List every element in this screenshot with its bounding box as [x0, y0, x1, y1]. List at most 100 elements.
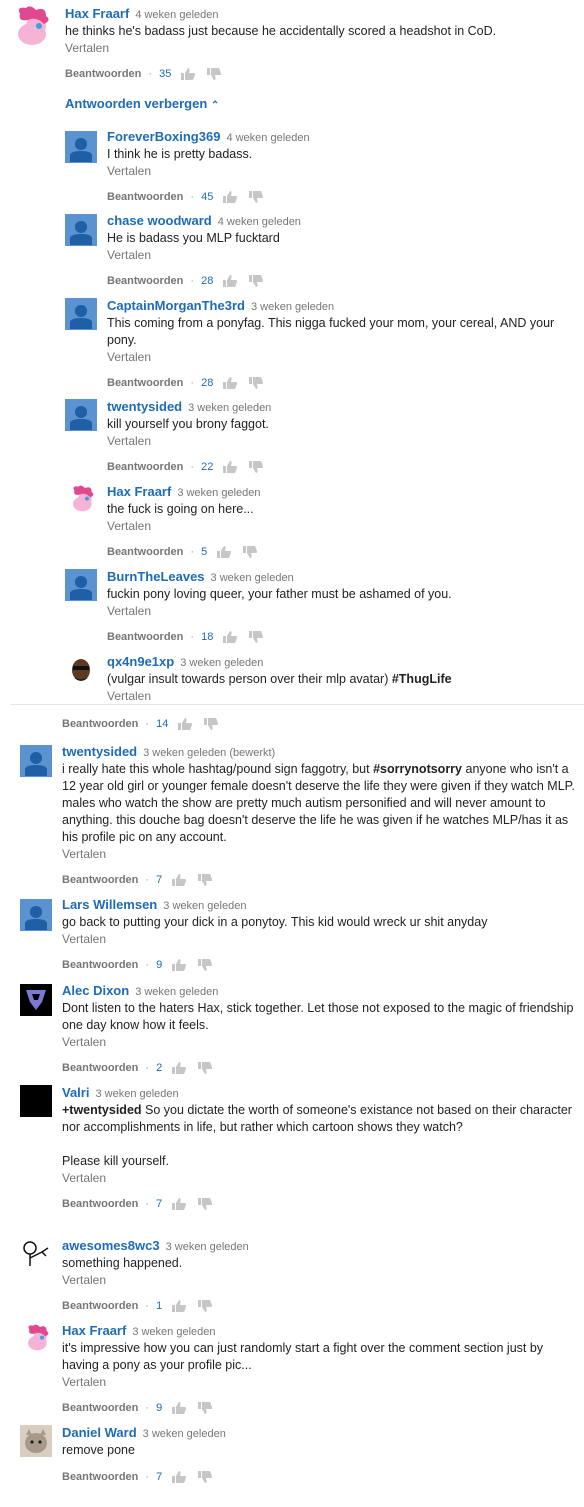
comment-author[interactable]: twentysided — [62, 744, 137, 759]
comment-author[interactable]: Alec Dixon — [62, 983, 129, 998]
translate-link[interactable]: Vertalen — [62, 1272, 575, 1288]
avatar[interactable] — [65, 131, 97, 163]
reply-button[interactable]: Beantwoorden — [107, 461, 183, 473]
comment-author[interactable]: Lars Willemsen — [62, 897, 157, 912]
thumbs-up-icon[interactable] — [172, 1300, 187, 1312]
avatar[interactable] — [65, 484, 97, 516]
avatar[interactable] — [65, 569, 97, 601]
reply-button[interactable]: Beantwoorden — [107, 275, 183, 287]
comment-author[interactable]: awesomes8wc3 — [62, 1238, 160, 1253]
comment-time[interactable]: 3 weken geleden (bewerkt) — [143, 747, 275, 759]
reply-button[interactable]: Beantwoorden — [107, 631, 183, 643]
translate-link[interactable]: Vertalen — [62, 1034, 575, 1050]
comment-author[interactable]: chase woodward — [107, 213, 212, 228]
comment-time[interactable]: 3 weken geleden — [177, 487, 260, 499]
comment-author[interactable]: CaptainMorganThe3rd — [107, 298, 245, 313]
avatar[interactable] — [20, 745, 52, 777]
translate-link[interactable]: Vertalen — [65, 40, 575, 56]
translate-link[interactable]: Vertalen — [107, 688, 575, 704]
thumbs-up-icon[interactable] — [178, 718, 193, 730]
comment-time[interactable]: 4 weken geleden — [226, 132, 309, 144]
reply-button[interactable]: Beantwoorden — [62, 959, 138, 971]
thumbs-up-icon[interactable] — [223, 191, 238, 203]
avatar[interactable] — [65, 654, 97, 686]
translate-link[interactable]: Vertalen — [62, 1170, 575, 1186]
thumbs-down-icon[interactable] — [249, 461, 264, 473]
hide-replies-label[interactable]: Antwoorden verbergen — [65, 96, 207, 111]
reply-button[interactable]: Beantwoorden — [107, 377, 183, 389]
thumbs-down-icon[interactable] — [243, 546, 258, 558]
comment-time[interactable]: 3 weken geleden — [188, 402, 271, 414]
comment-time[interactable]: 3 weken geleden — [132, 1326, 215, 1338]
translate-link[interactable]: Vertalen — [107, 433, 575, 449]
thumbs-down-icon[interactable] — [249, 275, 264, 287]
thumbs-down-icon[interactable] — [249, 377, 264, 389]
thumbs-up-icon[interactable] — [181, 68, 196, 80]
comment-author[interactable]: Hax Fraarf — [65, 6, 129, 21]
thumbs-up-icon[interactable] — [223, 377, 238, 389]
translate-link[interactable]: Vertalen — [107, 349, 575, 365]
hide-replies-button[interactable]: Antwoorden verbergen ⌃ — [65, 96, 219, 111]
comment-time[interactable]: 3 weken geleden — [211, 572, 294, 584]
comment-time[interactable]: 3 weken geleden — [166, 1241, 249, 1253]
comment-author[interactable]: Valri — [62, 1085, 89, 1100]
thumbs-down-icon[interactable] — [198, 874, 213, 886]
comment-hashtag[interactable]: +twentysided — [62, 1103, 142, 1117]
thumbs-down-icon[interactable] — [204, 718, 219, 730]
comment-time[interactable]: 3 weken geleden — [251, 301, 334, 313]
thumbs-up-icon[interactable] — [172, 1402, 187, 1414]
comment-time[interactable]: 4 weken geleden — [218, 216, 301, 228]
reply-button[interactable]: Beantwoorden — [62, 1062, 138, 1074]
thumbs-up-icon[interactable] — [223, 275, 238, 287]
thumbs-up-icon[interactable] — [217, 546, 232, 558]
reply-button[interactable]: Beantwoorden — [107, 546, 183, 558]
comment-time[interactable]: 3 weken geleden — [135, 986, 218, 998]
reply-button[interactable]: Beantwoorden — [62, 1402, 138, 1414]
thumbs-up-icon[interactable] — [172, 1198, 187, 1210]
translate-link[interactable]: Vertalen — [62, 1374, 575, 1390]
comment-author[interactable]: BurnTheLeaves — [107, 569, 205, 584]
avatar[interactable] — [20, 984, 52, 1016]
translate-link[interactable]: Vertalen — [107, 247, 575, 263]
reply-button[interactable]: Beantwoorden — [65, 68, 141, 80]
thumbs-up-icon[interactable] — [172, 1471, 187, 1483]
thumbs-up-icon[interactable] — [223, 461, 238, 473]
thumbs-up-icon[interactable] — [172, 874, 187, 886]
thumbs-up-icon[interactable] — [172, 1062, 187, 1074]
comment-time[interactable]: 3 weken geleden — [95, 1088, 178, 1100]
reply-button[interactable]: Beantwoorden — [62, 718, 138, 730]
avatar[interactable] — [65, 214, 97, 246]
translate-link[interactable]: Vertalen — [107, 163, 575, 179]
reply-button[interactable]: Beantwoorden — [62, 1198, 138, 1210]
comment-author[interactable]: ForeverBoxing369 — [107, 129, 220, 144]
comment-author[interactable]: Daniel Ward — [62, 1425, 137, 1440]
reply-button[interactable]: Beantwoorden — [107, 191, 183, 203]
avatar[interactable] — [65, 399, 97, 431]
avatar[interactable] — [6, 4, 54, 52]
thumbs-down-icon[interactable] — [198, 1471, 213, 1483]
comment-time[interactable]: 3 weken geleden — [143, 1428, 226, 1440]
translate-link[interactable]: Vertalen — [107, 603, 575, 619]
comment-hashtag[interactable]: #ThugLife — [392, 672, 452, 686]
translate-link[interactable]: Vertalen — [62, 846, 575, 862]
thumbs-down-icon[interactable] — [198, 1062, 213, 1074]
avatar[interactable] — [20, 1323, 52, 1355]
thumbs-up-icon[interactable] — [223, 631, 238, 643]
reply-button[interactable]: Beantwoorden — [62, 874, 138, 886]
thumbs-down-icon[interactable] — [249, 191, 264, 203]
thumbs-down-icon[interactable] — [198, 959, 213, 971]
avatar[interactable] — [20, 899, 52, 931]
thumbs-up-icon[interactable] — [172, 959, 187, 971]
comment-author[interactable]: twentysided — [107, 399, 182, 414]
reply-button[interactable]: Beantwoorden — [62, 1300, 138, 1312]
comment-time[interactable]: 3 weken geleden — [180, 657, 263, 669]
thumbs-down-icon[interactable] — [198, 1300, 213, 1312]
reply-button[interactable]: Beantwoorden — [62, 1471, 138, 1483]
avatar[interactable] — [65, 298, 97, 330]
comment-time[interactable]: 4 weken geleden — [135, 9, 218, 21]
thumbs-down-icon[interactable] — [198, 1402, 213, 1414]
comment-hashtag[interactable]: #sorrynotsorry — [373, 762, 462, 776]
translate-link[interactable]: Vertalen — [107, 518, 575, 534]
comment-author[interactable]: qx4n9e1xp — [107, 654, 174, 669]
avatar[interactable] — [20, 1085, 52, 1117]
